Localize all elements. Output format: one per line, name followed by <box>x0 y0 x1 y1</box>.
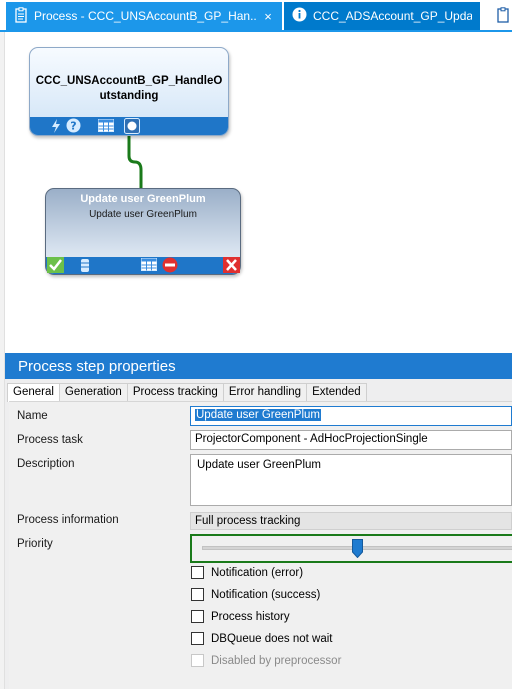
tab-general[interactable]: General <box>7 383 60 402</box>
process-step-toolbar <box>46 257 240 274</box>
process-information-value: Full process tracking <box>195 515 301 527</box>
tab-extended[interactable]: Extended <box>306 383 367 402</box>
name-field-value: Update user GreenPlum <box>195 409 322 421</box>
name-field[interactable]: Update user GreenPlum <box>190 406 512 426</box>
table-icon[interactable] <box>98 119 114 135</box>
process-history-checkbox[interactable]: Process history <box>191 610 290 623</box>
notification-success-checkbox[interactable]: Notification (success) <box>191 588 320 601</box>
tab-process-tracking[interactable]: Process tracking <box>126 383 224 402</box>
process-task-value: ProjectorComponent - AdHocProjectionSing… <box>195 433 428 445</box>
checkbox-box[interactable] <box>191 566 204 579</box>
description-value: Update user GreenPlum <box>197 459 322 471</box>
tab-error-handling[interactable]: Error handling <box>222 383 308 402</box>
notification-error-label: Notification (error) <box>211 566 304 579</box>
process-task-label: Process task <box>17 434 83 446</box>
info-icon <box>292 7 307 25</box>
priority-slider[interactable] <box>190 534 512 563</box>
notification-error-checkbox[interactable]: Notification (error) <box>191 566 303 579</box>
checkbox-box[interactable] <box>191 610 204 623</box>
properties-tab-strip: General Generation Process tracking Erro… <box>7 383 367 402</box>
table-icon[interactable] <box>141 258 157 274</box>
error-x-icon[interactable] <box>223 257 240 276</box>
dbqueue-checkbox[interactable]: DBQueue does not wait <box>191 632 332 645</box>
help-icon[interactable]: ? <box>66 118 81 136</box>
dbqueue-label: DBQueue does not wait <box>211 632 333 645</box>
process-task-field[interactable]: ProjectorComponent - AdHocProjectionSing… <box>190 430 512 450</box>
disabled-by-preprocessor-label: Disabled by preprocessor <box>211 654 342 667</box>
process-step-node[interactable]: Update user GreenPlum Update user GreenP… <box>45 188 241 275</box>
process-history-label: Process history <box>211 610 290 623</box>
document-icon <box>496 6 510 26</box>
description-field[interactable]: Update user GreenPlum <box>190 454 512 506</box>
document-tab-strip: Process - CCC_UNSAccountB_GP_Han... * × … <box>0 0 512 32</box>
tab-process[interactable]: Process - CCC_UNSAccountB_GP_Han... * × <box>6 2 282 30</box>
name-label: Name <box>17 410 48 422</box>
process-information-select[interactable]: Full process tracking <box>190 512 512 530</box>
process-node[interactable]: CCC_UNSAccountB_GP_HandleOutstanding ? <box>29 47 229 136</box>
tab-ads-account-label: CCC_ADSAccount_GP_Update <box>313 9 472 23</box>
process-designer-canvas[interactable]: CCC_UNSAccountB_GP_HandleOutstanding ? U… <box>5 32 512 348</box>
process-node-toolbar: ? <box>30 117 228 135</box>
process-step-subtitle: Update user GreenPlum <box>89 209 197 220</box>
tab-ads-account[interactable]: CCC_ADSAccount_GP_Update <box>284 2 480 30</box>
notification-success-label: Notification (success) <box>211 588 321 601</box>
tab-process-label: Process - CCC_UNSAccountB_GP_Han... * <box>34 9 256 23</box>
priority-label: Priority <box>17 538 53 550</box>
svg-text:?: ? <box>70 120 76 133</box>
description-label: Description <box>17 458 75 470</box>
priority-slider-thumb[interactable] <box>352 539 363 561</box>
database-icon[interactable] <box>80 258 90 276</box>
stop-icon[interactable] <box>162 257 178 276</box>
close-icon[interactable]: × <box>262 9 274 24</box>
checkbox-box <box>191 654 204 667</box>
tab-overflow[interactable] <box>494 2 512 30</box>
lightning-icon[interactable] <box>50 119 62 136</box>
process-step-title: Update user GreenPlum <box>80 193 206 205</box>
process-document-icon <box>14 6 28 26</box>
checkbox-box[interactable] <box>191 588 204 601</box>
properties-header: Process step properties <box>5 353 512 379</box>
checkbox-box[interactable] <box>191 632 204 645</box>
process-information-label: Process information <box>17 514 119 526</box>
process-node-title: CCC_UNSAccountB_GP_HandleOutstanding <box>35 75 223 102</box>
success-check-icon[interactable] <box>47 257 64 276</box>
connection-port-icon[interactable] <box>124 118 140 137</box>
tab-generation[interactable]: Generation <box>58 383 128 402</box>
disabled-by-preprocessor-checkbox: Disabled by preprocessor <box>191 654 341 667</box>
